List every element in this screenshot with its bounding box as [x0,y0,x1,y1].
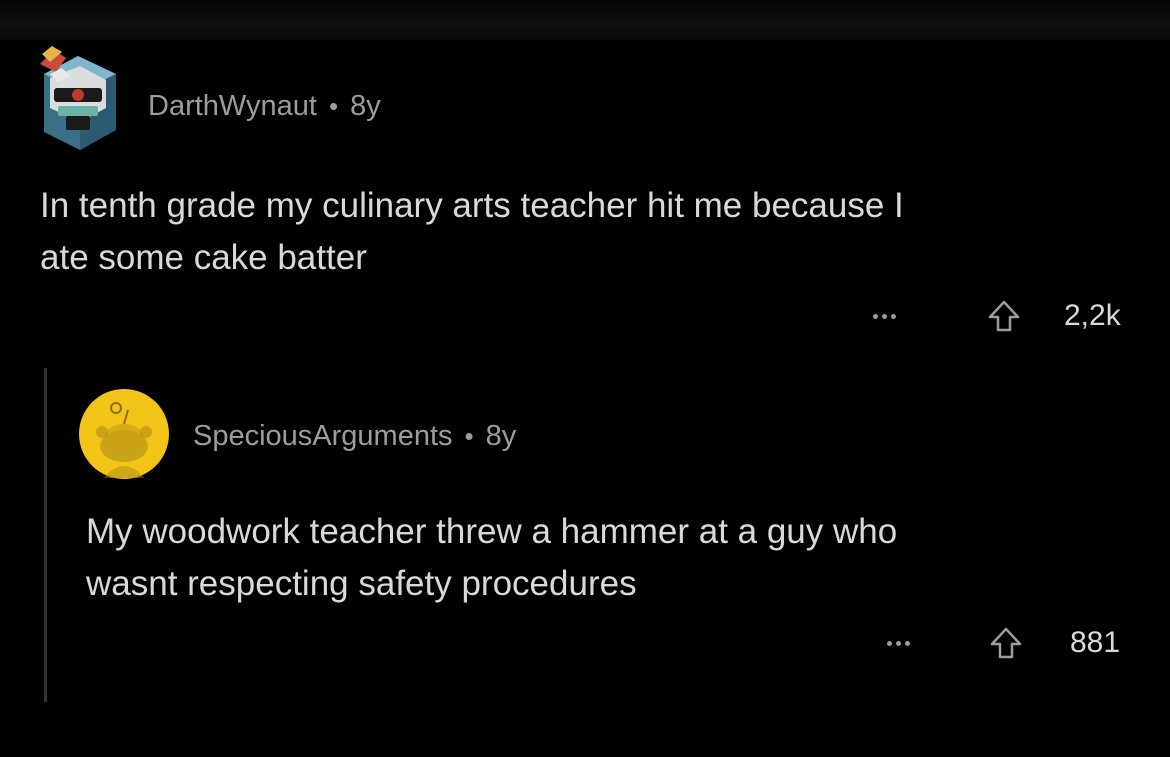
more-options-icon[interactable] [878,623,918,663]
comment-text-line: In tenth grade my culinary arts teacher … [40,186,904,225]
vote-score: 2,2k [1064,299,1121,332]
comment-meta: SpeciousArguments • 8y [193,420,516,453]
upvote-arrow-icon[interactable] [986,623,1026,663]
top-bar [0,0,1170,40]
comment-body: My woodwork teacher threw a hammer at a … [86,506,897,610]
comment-text-line: wasnt respecting safety procedures [86,564,637,603]
comment-meta: DarthWynaut • 8y [148,90,381,123]
comment-age: 8y [350,90,381,122]
upvote-arrow-icon[interactable] [984,296,1024,336]
thread-line[interactable] [44,368,47,702]
vote-score: 881 [1070,626,1121,659]
comment-text-line: ate some cake batter [40,238,367,277]
snoo-avatar-icon[interactable] [78,388,170,480]
username[interactable]: DarthWynaut [148,90,317,123]
comment-actions: 881 [878,623,1120,663]
comment-body: In tenth grade my culinary arts teacher … [40,180,904,284]
comment-text-line: My woodwork teacher threw a hammer at a … [86,512,898,551]
meta-separator: • [328,91,339,121]
comment-actions: 2,2k [864,296,1121,336]
more-options-icon[interactable] [864,296,904,336]
username[interactable]: SpeciousArguments [193,420,453,453]
meta-separator: • [464,421,474,451]
comment-age: 8y [485,420,517,452]
robot-avatar-icon[interactable] [36,44,122,156]
